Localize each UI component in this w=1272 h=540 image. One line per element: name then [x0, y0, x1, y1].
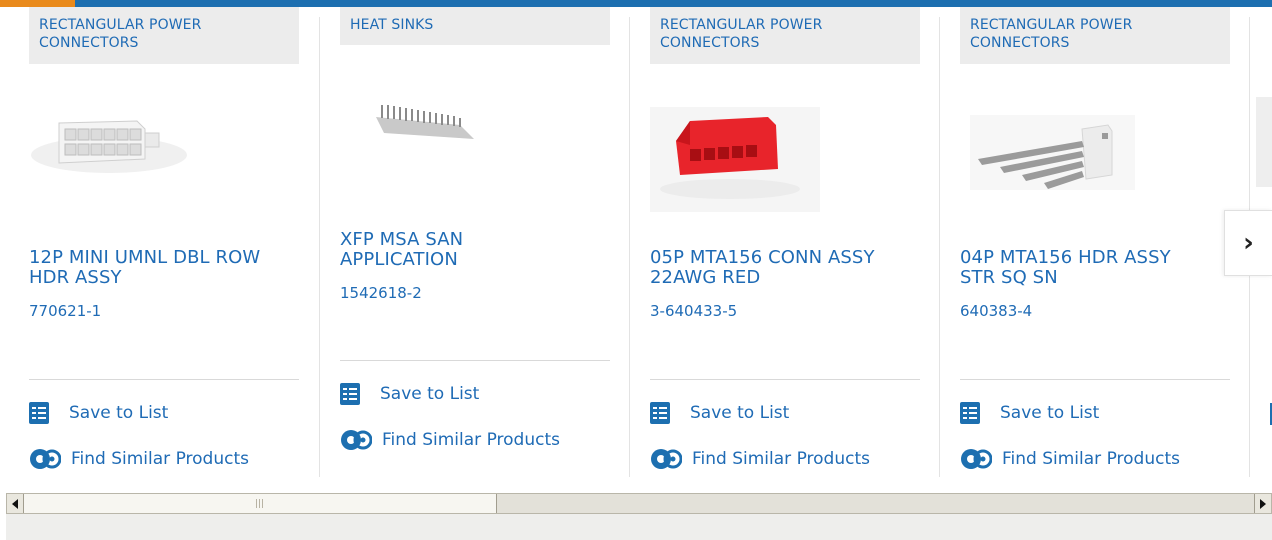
product-title[interactable]: 05P MTA156 CONN ASSY 22AWG RED — [650, 248, 920, 288]
gears-icon — [961, 449, 992, 469]
product-image[interactable] — [970, 115, 1135, 190]
product-carousel: RECTANGULAR POWER CONNECTORS 12P MINI UM… — [0, 7, 1272, 490]
find-similar-label: Find Similar Products — [692, 449, 870, 469]
product-title-line[interactable]: APPLICATION — [340, 250, 610, 270]
checklist-icon — [29, 402, 49, 424]
product-title-line[interactable]: HDR ASSY — [29, 268, 299, 288]
product-title-line[interactable]: 04P MTA156 HDR ASSY — [960, 248, 1230, 268]
product-image-partial[interactable] — [1256, 97, 1272, 187]
product-category[interactable]: RECTANGULAR POWER CONNECTORS — [650, 7, 920, 64]
find-similar-products-button[interactable]: Find Similar Products — [29, 446, 249, 472]
product-title-line[interactable]: XFP MSA SAN — [340, 230, 610, 250]
product-card[interactable]: RECTANGULAR POWER CONNECTORS 05P MTA156 … — [650, 7, 920, 483]
product-title[interactable]: XFP MSA SAN APPLICATION — [340, 230, 610, 270]
save-to-list-button[interactable]: Save to List — [340, 383, 479, 405]
chevron-right-icon: › — [1243, 228, 1254, 258]
find-similar-label: Find Similar Products — [1002, 449, 1180, 469]
product-category[interactable]: RECTANGULAR POWER CONNECTORS — [960, 7, 1230, 64]
divider — [29, 379, 299, 380]
product-image[interactable] — [650, 107, 820, 212]
product-image[interactable] — [370, 97, 480, 147]
save-to-list-label: Save to List — [1000, 403, 1100, 423]
top-accent-bar — [0, 0, 1272, 7]
scroll-left-button[interactable] — [7, 494, 24, 513]
product-category[interactable]: RECTANGULAR POWER CONNECTORS — [29, 7, 299, 64]
gears-icon — [651, 449, 682, 469]
find-similar-products-button[interactable]: Find Similar Products — [340, 427, 560, 453]
horizontal-scrollbar[interactable] — [6, 493, 1272, 514]
save-to-list-label: Save to List — [380, 384, 480, 404]
checklist-icon — [650, 402, 670, 424]
scrollbar-thumb[interactable] — [24, 494, 497, 513]
find-similar-label: Find Similar Products — [382, 430, 560, 450]
save-to-list-button[interactable]: Save to List — [650, 402, 789, 424]
product-image[interactable] — [29, 107, 204, 177]
part-number[interactable]: 1542618-2 — [340, 284, 422, 302]
divider — [340, 360, 610, 361]
card-divider — [319, 17, 320, 477]
product-title[interactable]: 04P MTA156 HDR ASSY STR SQ SN — [960, 248, 1230, 288]
save-to-list-label: Save to List — [690, 403, 790, 423]
window-bottom-strip — [6, 514, 1272, 540]
gears-icon — [30, 449, 61, 469]
card-divider — [939, 17, 940, 477]
product-title-line[interactable]: 05P MTA156 CONN ASSY — [650, 248, 920, 268]
product-card[interactable]: RECTANGULAR POWER CONNECTORS 04P MTA156 … — [960, 7, 1230, 483]
product-category[interactable]: HEAT SINKS — [340, 7, 610, 45]
find-similar-products-button[interactable]: Find Similar Products — [650, 446, 870, 472]
save-to-list-button[interactable]: Save to List — [29, 402, 168, 424]
card-divider — [629, 17, 630, 477]
save-to-list-label: Save to List — [69, 403, 169, 423]
part-number[interactable]: 640383-4 — [960, 302, 1032, 320]
gears-icon — [341, 430, 372, 450]
arrow-left-icon — [12, 498, 18, 509]
product-title[interactable]: 12P MINI UMNL DBL ROW HDR ASSY — [29, 248, 299, 288]
product-card[interactable]: RECTANGULAR POWER CONNECTORS 12P MINI UM… — [29, 7, 299, 483]
find-similar-label: Find Similar Products — [71, 449, 249, 469]
arrow-right-icon — [1260, 498, 1266, 509]
product-title-line[interactable]: 12P MINI UMNL DBL ROW — [29, 248, 299, 268]
checklist-icon — [960, 402, 980, 424]
find-similar-products-button[interactable]: Find Similar Products — [960, 446, 1180, 472]
top-accent-orange — [0, 0, 75, 7]
save-to-list-button[interactable]: Save to List — [960, 402, 1099, 424]
divider — [650, 379, 920, 380]
carousel-next-button[interactable]: › — [1224, 210, 1272, 276]
part-number[interactable]: 770621-1 — [29, 302, 101, 320]
grip-icon — [255, 499, 265, 508]
part-number[interactable]: 3-640433-5 — [650, 302, 737, 320]
checklist-icon — [340, 383, 360, 405]
product-title-line[interactable]: STR SQ SN — [960, 268, 1230, 288]
divider — [960, 379, 1230, 380]
product-title-line[interactable]: 22AWG RED — [650, 268, 920, 288]
product-card[interactable]: HEAT SINKS XFP MSA SAN APPLICATION 15426… — [340, 7, 610, 483]
scroll-right-button[interactable] — [1254, 494, 1271, 513]
